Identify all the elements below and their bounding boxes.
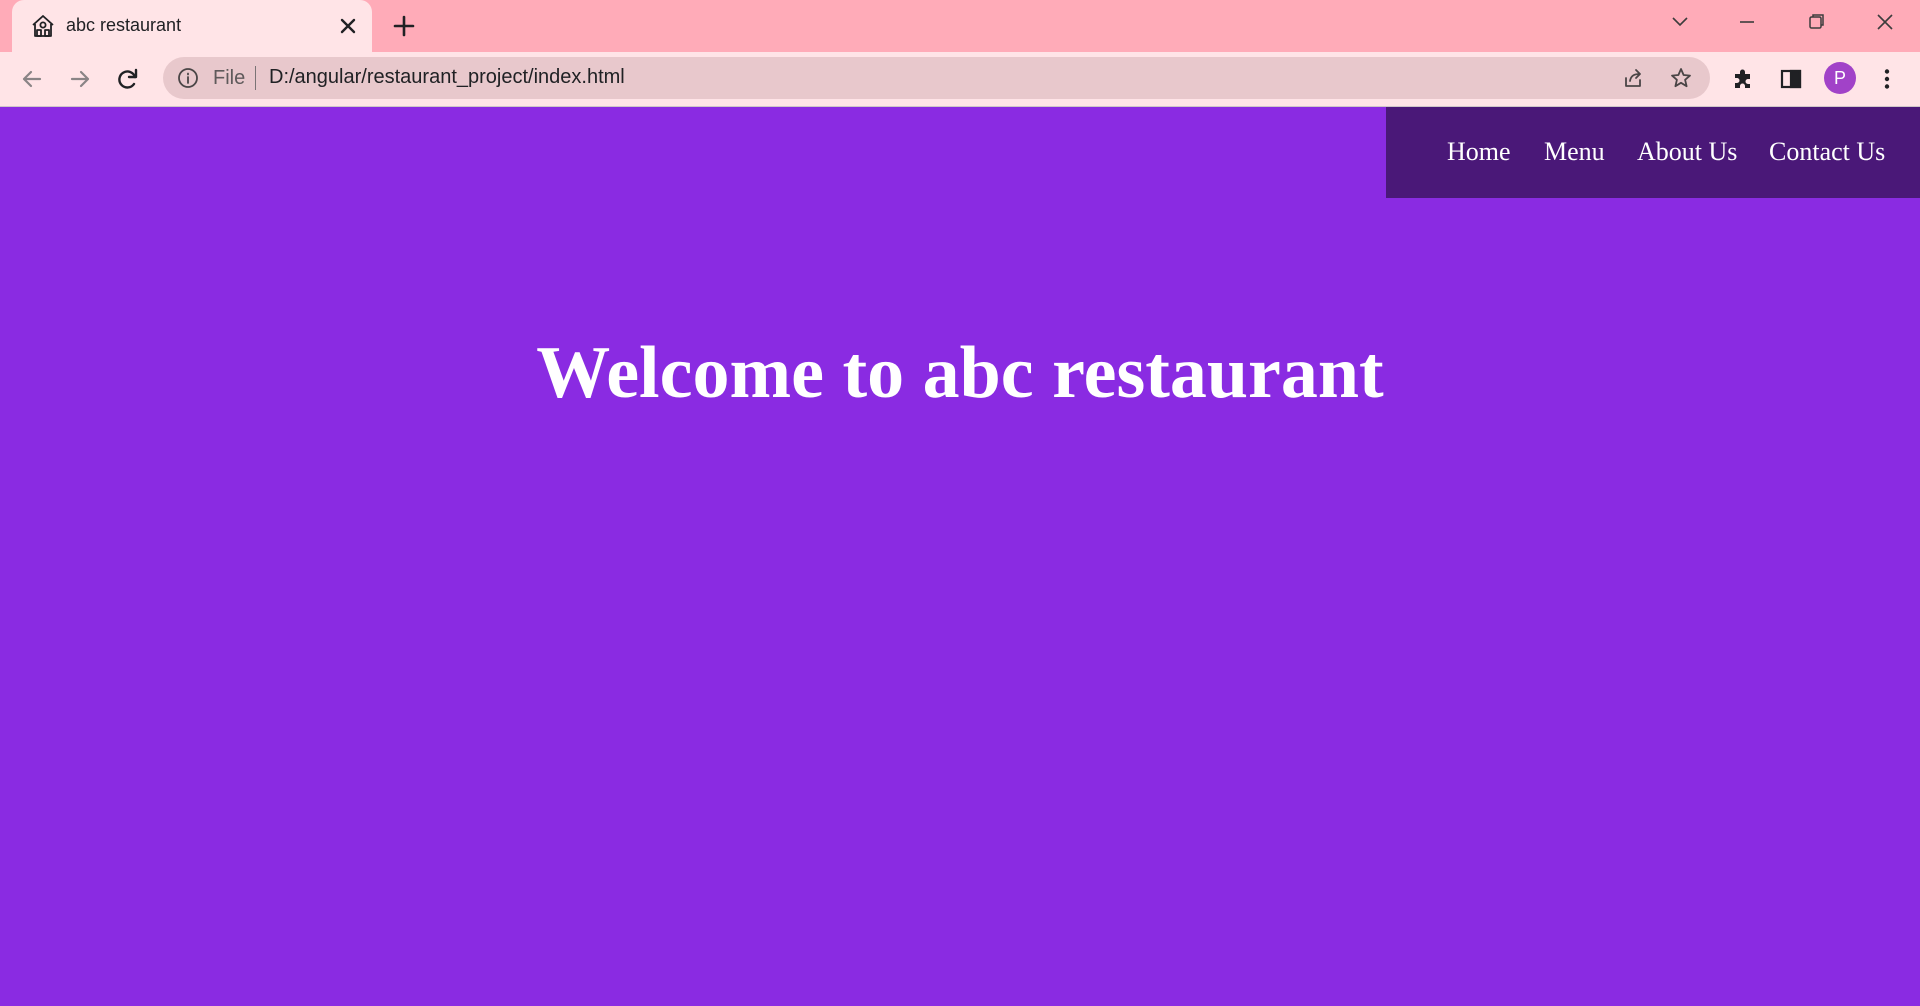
side-panel-icon[interactable] bbox=[1777, 65, 1805, 93]
page-headline: Welcome to abc restaurant bbox=[536, 332, 1384, 414]
nav-link-about-us[interactable]: About Us bbox=[1637, 137, 1737, 167]
page-content: Home Menu About Us Contact Us Welcome to… bbox=[0, 107, 1920, 1006]
minimize-icon[interactable] bbox=[1727, 8, 1767, 36]
share-icon[interactable] bbox=[1621, 66, 1645, 90]
address-bar[interactable]: File D:/angular/restaurant_project/index… bbox=[163, 57, 1710, 99]
tab-strip: abc restaurant bbox=[0, 0, 1920, 52]
restaurant-house-icon bbox=[30, 13, 56, 39]
site-navbar: Home Menu About Us Contact Us bbox=[1386, 107, 1920, 198]
browser-window: abc restaurant File D:/angular/restauran… bbox=[0, 0, 1920, 1006]
nav-link-menu[interactable]: Menu bbox=[1544, 137, 1605, 167]
info-circle-icon[interactable] bbox=[177, 67, 199, 89]
close-tab-icon[interactable] bbox=[336, 14, 360, 38]
new-tab-icon[interactable] bbox=[390, 12, 418, 40]
url-text[interactable]: D:/angular/restaurant_project/index.html bbox=[269, 66, 625, 89]
arrow-left-icon[interactable] bbox=[18, 65, 46, 93]
tab-active[interactable]: abc restaurant bbox=[12, 0, 372, 52]
browser-toolbar: File D:/angular/restaurant_project/index… bbox=[0, 52, 1920, 108]
tab-title: abc restaurant bbox=[66, 15, 182, 35]
url-separator bbox=[255, 66, 256, 90]
nav-link-home[interactable]: Home bbox=[1447, 137, 1511, 167]
reload-icon[interactable] bbox=[114, 65, 142, 93]
url-scheme-label: File bbox=[213, 67, 246, 89]
profile-avatar[interactable]: P bbox=[1824, 62, 1856, 94]
arrow-right-icon[interactable] bbox=[66, 65, 94, 93]
close-icon[interactable] bbox=[1865, 8, 1905, 36]
chevron-down-icon[interactable] bbox=[1660, 8, 1700, 36]
restore-icon[interactable] bbox=[1796, 8, 1836, 36]
nav-link-contact-us[interactable]: Contact Us bbox=[1769, 137, 1885, 167]
puzzle-icon[interactable] bbox=[1729, 65, 1757, 93]
kebab-menu-icon[interactable] bbox=[1873, 65, 1901, 93]
star-icon[interactable] bbox=[1669, 66, 1693, 90]
